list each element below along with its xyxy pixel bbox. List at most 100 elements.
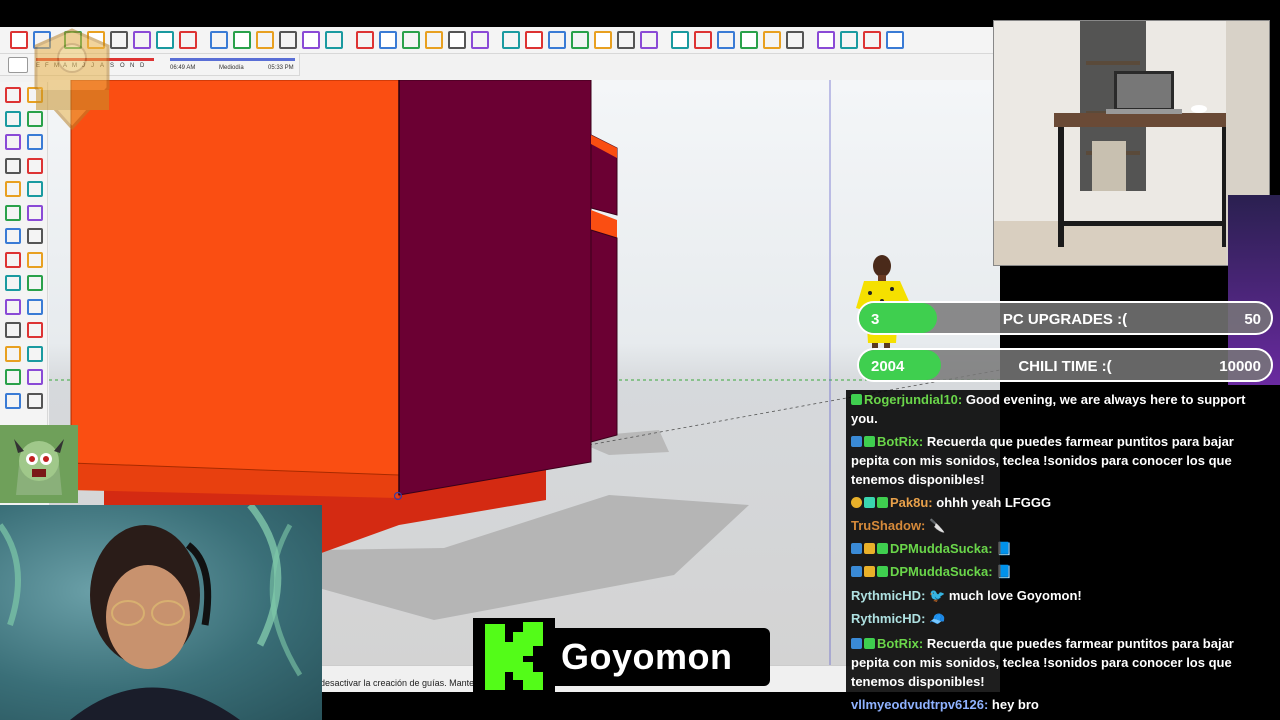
cabinet-front-face: [70, 80, 400, 476]
left-view-icon[interactable]: [817, 31, 835, 49]
arc-icon[interactable]: [5, 204, 21, 221]
axes-icon[interactable]: [5, 369, 21, 385]
eraser-tool-button[interactable]: [8, 57, 28, 73]
iso-view-icon[interactable]: [694, 31, 712, 49]
crown-badge-icon: [864, 566, 875, 577]
walk-icon[interactable]: [27, 392, 43, 409]
push-pull-icon[interactable]: [133, 31, 151, 49]
freehand-icon[interactable]: [27, 134, 43, 150]
protractor-icon[interactable]: [5, 345, 21, 362]
cabinet-side-face: [398, 80, 592, 496]
chat-username: TruShadow:: [851, 518, 926, 533]
scale-icon[interactable]: [233, 31, 251, 49]
rectangle-icon[interactable]: [5, 157, 21, 174]
webcam-feed: [0, 505, 322, 720]
text-icon[interactable]: [27, 345, 43, 362]
offset-icon[interactable]: [256, 31, 274, 49]
moderator-badge-icon: [851, 566, 862, 577]
verified-badge-icon: [877, 497, 888, 508]
gifter-badge-icon: [851, 497, 862, 508]
paint-icon[interactable]: [325, 31, 343, 49]
wireframe-icon[interactable]: [863, 31, 881, 49]
goal-title: CHILI TIME :(: [1018, 358, 1112, 375]
text-icon[interactable]: [302, 31, 320, 49]
extension-icon[interactable]: [640, 31, 658, 49]
time-slider[interactable]: [170, 58, 295, 61]
zoom-icon[interactable]: [402, 31, 420, 49]
rotate-icon[interactable]: [5, 275, 21, 291]
hidden-line-icon[interactable]: [886, 31, 904, 49]
line-icon[interactable]: [5, 134, 21, 150]
goal-bar-pc-upgrades: 3 PC UPGRADES :( 50: [857, 301, 1273, 335]
warehouse-icon[interactable]: [594, 31, 612, 49]
select-icon[interactable]: [5, 87, 21, 103]
month-label: N: [130, 63, 135, 69]
chat-text: hey bro: [988, 697, 1039, 712]
follow-me-icon[interactable]: [156, 31, 174, 49]
offset-icon[interactable]: [27, 298, 43, 315]
main-toolbar: [0, 27, 1000, 54]
chat-message: BotRix: Recuerda que puedes farmear punt…: [851, 634, 1275, 691]
month-label: D: [140, 63, 145, 69]
xray-icon[interactable]: [840, 31, 858, 49]
chat-message: RythmicHD: 🐦 much love Goyomon!: [851, 586, 1275, 605]
right-view-icon[interactable]: [763, 31, 781, 49]
sandbox-icon[interactable]: [448, 31, 466, 49]
back-view-icon[interactable]: [786, 31, 804, 49]
time-end-label: 05:33 PM: [268, 65, 294, 71]
select-icon[interactable]: [10, 31, 28, 49]
circle-icon[interactable]: [5, 181, 21, 197]
goal-bar-chili-time: 2004 CHILI TIME :( 10000: [857, 348, 1273, 382]
verified-badge-icon: [864, 638, 875, 649]
two-point-arc-icon[interactable]: [5, 228, 21, 244]
chat-username: BotRix:: [877, 434, 924, 449]
verified-badge-icon: [877, 566, 888, 577]
goal-title: PC UPGRADES :(: [1002, 311, 1128, 328]
verified-badge-icon: [877, 543, 888, 554]
tape-measure-icon[interactable]: [279, 31, 297, 49]
chat-overlay: Rogerjundial10: Good evening, we are alw…: [846, 390, 1280, 720]
chat-message: Rogerjundial10: Good evening, we are alw…: [851, 390, 1275, 428]
pie-icon[interactable]: [27, 204, 43, 221]
polygon-icon[interactable]: [27, 181, 43, 197]
front-view-icon[interactable]: [740, 31, 758, 49]
bot-badge-icon: [851, 436, 862, 447]
push-pull-icon[interactable]: [27, 251, 43, 268]
drape-icon[interactable]: [525, 31, 543, 49]
move-icon[interactable]: [5, 251, 21, 268]
channel-name: Goyomon: [561, 636, 733, 677]
section-icon[interactable]: [671, 31, 689, 49]
follow-me-icon[interactable]: [27, 275, 43, 291]
smoove-icon[interactable]: [471, 31, 489, 49]
home-icon[interactable]: [617, 31, 635, 49]
three-point-arc-icon[interactable]: [27, 228, 43, 244]
orbit-icon[interactable]: [356, 31, 374, 49]
subscriber-badge-icon: [864, 497, 875, 508]
stamp-icon[interactable]: [502, 31, 520, 49]
goal-target: 50: [1244, 311, 1261, 328]
chat-message: Pak8u: ohhh yeah LFGGG: [851, 493, 1275, 512]
components-icon[interactable]: [571, 31, 589, 49]
stream-screen: E F M A M J J A S O N D 06:49 AM Mediodí…: [0, 0, 1280, 720]
section-icon[interactable]: [5, 392, 21, 409]
chat-username: DPMuddaSucka:: [890, 541, 993, 556]
paint-icon[interactable]: [5, 110, 21, 127]
geo-location-icon[interactable]: [548, 31, 566, 49]
3d-text-icon[interactable]: [27, 369, 43, 385]
pan-icon[interactable]: [379, 31, 397, 49]
chat-username: RythmicHD:: [851, 611, 926, 626]
zoom-extents-icon[interactable]: [425, 31, 443, 49]
scale-icon[interactable]: [5, 298, 21, 315]
dimension-icon[interactable]: [27, 322, 43, 338]
rotate-icon[interactable]: [210, 31, 228, 49]
kick-channel-banner: Goyomon: [473, 618, 770, 693]
streamer-avatar-sticker: [0, 425, 78, 503]
rotated-rect-icon[interactable]: [27, 157, 43, 174]
status-hint-text: desactivar la creación de guías. Mantene: [320, 678, 485, 688]
move-icon[interactable]: [179, 31, 197, 49]
top-view-icon[interactable]: [717, 31, 735, 49]
tape-measure-icon[interactable]: [5, 322, 21, 338]
chat-text: 📘: [992, 564, 1013, 579]
chat-text: ohhh yeah LFGGG: [932, 495, 1052, 510]
chat-message: RythmicHD: 🧢: [851, 609, 1275, 628]
